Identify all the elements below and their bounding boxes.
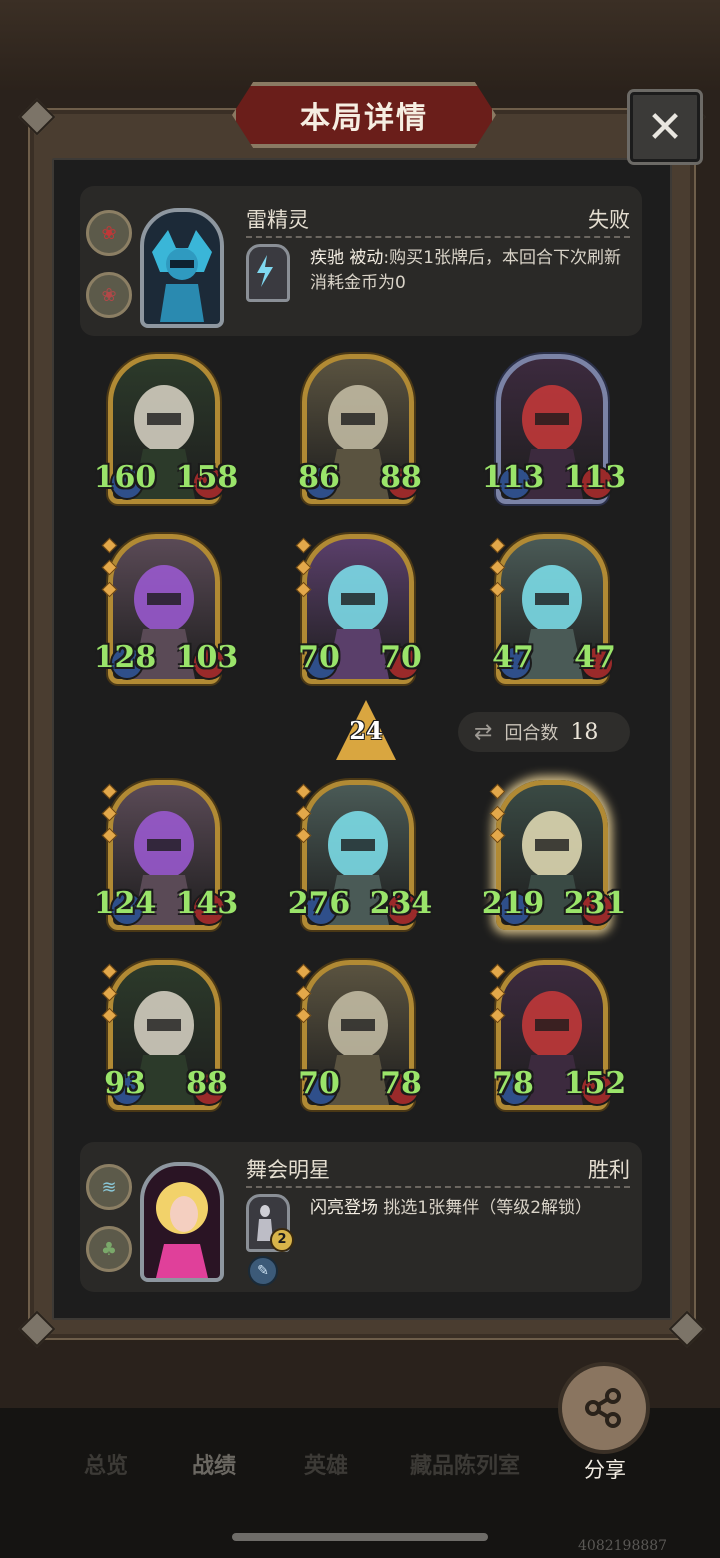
share-button[interactable] — [562, 1366, 646, 1450]
tab-collection[interactable]: 藏品陈列室 — [410, 1448, 520, 1480]
health-value: 113 — [563, 460, 627, 495]
attack-value: 47 — [492, 640, 534, 675]
title-banner: 本局详情 — [232, 82, 496, 148]
attack-value: 128 — [93, 640, 157, 675]
tavern-tier-value: 24 — [349, 716, 383, 745]
health-value: 231 — [563, 886, 627, 921]
quest-icon[interactable]: ✎ — [248, 1256, 278, 1286]
health-value: 88 — [380, 460, 422, 495]
attack-value: 113 — [481, 460, 545, 495]
attack-value: 93 — [104, 1066, 146, 1101]
round-value: 18 — [570, 719, 599, 745]
health-value: 78 — [380, 1066, 422, 1101]
attack-value: 86 — [298, 460, 340, 495]
hero-portrait-thunder-sprite[interactable] — [140, 208, 224, 328]
skill-description: 闪亮登场 挑选1张舞伴（等级2解锁） — [310, 1196, 610, 1221]
rose-icon: ❀ — [86, 210, 132, 256]
plant-icon: ♣ — [86, 1226, 132, 1272]
divider — [246, 1186, 630, 1188]
result-label: 失败 — [588, 208, 630, 232]
close-button[interactable]: ✕ — [630, 92, 700, 162]
skill-level-badge: 2 — [270, 1228, 294, 1252]
skill-text: 挑选1张舞伴（等级2解锁） — [383, 1198, 593, 1218]
tab-overview[interactable]: 总览 — [84, 1448, 128, 1480]
round-counter: ⇄ 回合数 18 — [458, 712, 630, 752]
divider — [246, 236, 630, 238]
home-indicator[interactable] — [232, 1533, 488, 1541]
attack-value: 124 — [93, 886, 157, 921]
health-value: 47 — [574, 640, 616, 675]
attack-value: 70 — [298, 1066, 340, 1101]
close-icon: ✕ — [646, 101, 684, 153]
refresh-icon: ⇄ — [474, 719, 493, 745]
tab-heroes[interactable]: 英雄 — [304, 1448, 348, 1480]
health-value: 70 — [380, 640, 422, 675]
lightning-skill-icon[interactable] — [246, 244, 290, 302]
wind-icon: ≋ — [86, 1164, 132, 1210]
hero-name: 雷精灵 — [246, 208, 309, 232]
hero-portrait-ball-star[interactable] — [140, 1162, 224, 1282]
attack-value: 160 — [93, 460, 157, 495]
dialog-title: 本局详情 — [300, 101, 428, 136]
skill-name: 闪亮登场 — [310, 1198, 378, 1218]
health-value: 143 — [175, 886, 239, 921]
round-label: 回合数 — [504, 723, 559, 744]
hero-name: 舞会明星 — [246, 1158, 330, 1182]
health-value: 103 — [175, 640, 239, 675]
skill-type: 被动 — [349, 248, 384, 268]
attack-value: 219 — [481, 886, 545, 921]
attack-value: 78 — [492, 1066, 534, 1101]
share-icon — [585, 1388, 621, 1428]
share-label: 分享 — [584, 1458, 626, 1482]
attack-value: 276 — [287, 886, 351, 921]
result-label: 胜利 — [588, 1158, 630, 1182]
background-top — [0, 0, 720, 90]
health-value: 158 — [175, 460, 239, 495]
attack-value: 70 — [298, 640, 340, 675]
health-value: 234 — [369, 886, 433, 921]
skill-name: 疾驰 — [310, 248, 344, 268]
rose-icon: ❀ — [86, 272, 132, 318]
skill-description: 疾驰 被动:购买1张牌后，本回合下次刷新消耗金币为0 — [310, 246, 630, 296]
tab-records[interactable]: 战绩 — [192, 1448, 236, 1480]
user-id-watermark: 4082198887 — [578, 1538, 668, 1554]
health-value: 152 — [563, 1066, 627, 1101]
health-value: 88 — [186, 1066, 228, 1101]
